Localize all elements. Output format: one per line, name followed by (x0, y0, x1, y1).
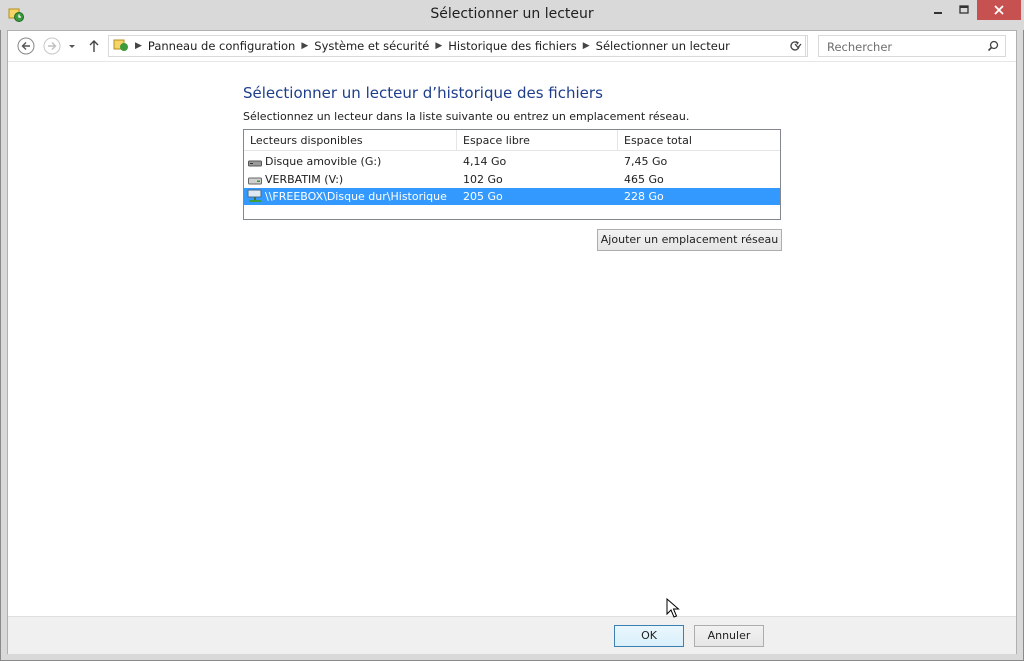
drive-free-space: 4,14 Go (463, 155, 507, 168)
mouse-cursor-icon (666, 597, 680, 624)
breadcrumb-separator: ▶ (301, 41, 309, 51)
back-arrow-icon (17, 37, 35, 55)
search-icon[interactable] (987, 40, 999, 55)
up-arrow-icon (89, 40, 99, 52)
forward-arrow-icon (43, 37, 61, 55)
recent-locations-button[interactable] (66, 37, 78, 55)
back-button[interactable] (17, 37, 35, 55)
address-bar[interactable]: ▶ Panneau de configuration ▶ Système et … (108, 35, 808, 57)
breadcrumb-separator: ▶ (135, 41, 142, 51)
window-title: Sélectionner un lecteur (430, 6, 594, 22)
drive-free-space: 205 Go (463, 190, 503, 203)
drive-list[interactable]: Lecteurs disponibles Espace libre Espace… (243, 129, 781, 220)
breadcrumb-separator: ▶ (582, 41, 590, 51)
drive-total-space: 228 Go (624, 190, 664, 203)
ok-button[interactable]: OK (614, 625, 684, 647)
breadcrumb-control-panel[interactable]: Panneau de configuration (148, 39, 295, 53)
chevron-down-icon (69, 45, 75, 48)
drive-name: Disque amovible (G:) (265, 155, 382, 168)
minimize-button[interactable] (925, 0, 951, 20)
page-heading: Sélectionner un lecteur d’historique des… (243, 84, 603, 102)
breadcrumb-separator: ▶ (435, 41, 443, 51)
navigation-bar: ▶ Panneau de configuration ▶ Système et … (8, 31, 1016, 62)
maximize-button[interactable] (951, 0, 977, 20)
maximize-icon (959, 5, 969, 14)
column-header-total-space[interactable]: Espace total (618, 130, 780, 150)
drive-name: VERBATIM (V:) (265, 173, 344, 186)
forward-button[interactable] (43, 37, 61, 55)
refresh-icon (789, 41, 800, 51)
cancel-button[interactable]: Annuler (694, 625, 764, 647)
breadcrumb-system-security[interactable]: Système et sécurité (314, 39, 429, 53)
drive-total-space: 7,45 Go (624, 155, 668, 168)
content-area: ▶ Panneau de configuration ▶ Système et … (7, 30, 1017, 654)
drive-name: \\FREEBOX\Disque dur\Historique (265, 190, 447, 203)
column-header-drives[interactable]: Lecteurs disponibles (244, 130, 456, 150)
up-button[interactable] (87, 37, 101, 55)
drive-total-space: 465 Go (624, 173, 664, 186)
search-box[interactable]: Rechercher (818, 35, 1006, 57)
minimize-icon (934, 12, 942, 14)
instruction-text: Sélectionnez un lecteur dans la liste su… (243, 110, 690, 123)
search-input[interactable]: Rechercher (827, 40, 892, 54)
breadcrumb-select-drive[interactable]: Sélectionner un lecteur (596, 39, 730, 53)
list-header: Lecteurs disponibles Espace libre Espace… (244, 130, 780, 151)
list-item-selected[interactable]: \\FREEBOX\Disque dur\Historique 205 Go 2… (244, 188, 780, 205)
add-network-location-button[interactable]: Ajouter un emplacement réseau (597, 229, 782, 251)
network-drive-icon (247, 189, 263, 206)
list-item[interactable]: Disque amovible (G:) 4,14 Go 7,45 Go (244, 153, 780, 170)
drive-free-space: 102 Go (463, 173, 503, 186)
control-panel-icon (113, 38, 129, 55)
title-bar[interactable]: Sélectionner un lecteur (0, 0, 1024, 30)
refresh-button[interactable] (784, 35, 806, 57)
column-header-free-space[interactable]: Espace libre (457, 130, 617, 150)
dialog-footer: OK Annuler (8, 616, 1016, 654)
close-icon (994, 5, 1004, 15)
close-button[interactable] (977, 0, 1021, 20)
breadcrumb-file-history[interactable]: Historique des fichiers (448, 39, 577, 53)
list-item[interactable]: VERBATIM (V:) 102 Go 465 Go (244, 171, 780, 188)
